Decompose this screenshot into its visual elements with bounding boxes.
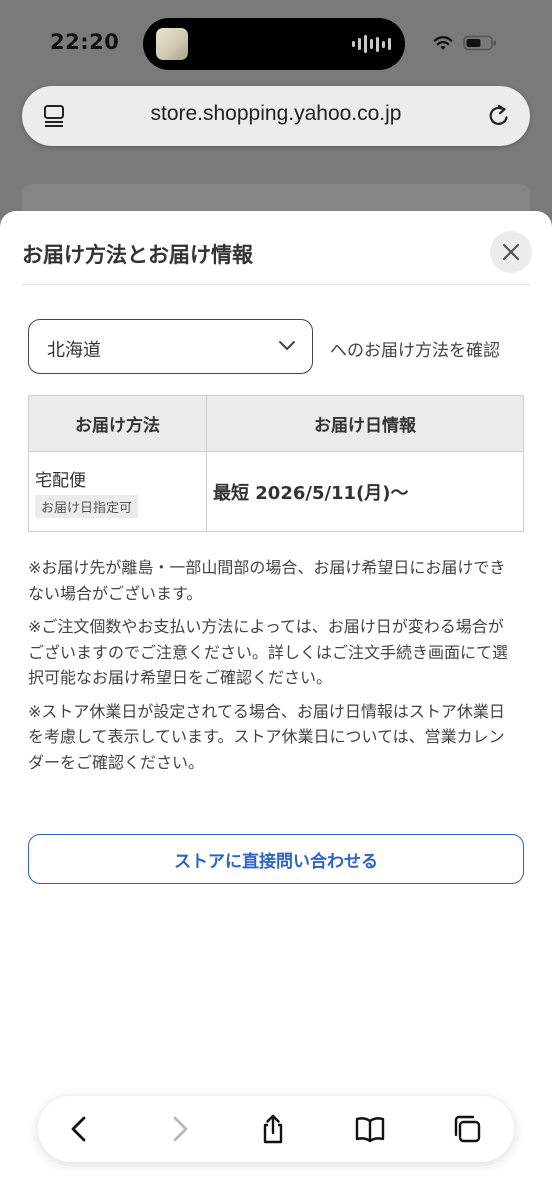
dynamic-island[interactable] [143,18,405,70]
table-row: 宅配便 お届け日指定可 最短 2026/5/11(月)〜 [28,451,524,532]
prefecture-select[interactable]: 北海道 [28,319,313,374]
browser-toolbar [38,1096,514,1162]
note-order-quantity: ※ご注文個数やお支払い方法によっては、お届け日が変わる場合がございますのでご注意… [28,617,509,687]
url-text[interactable]: store.shopping.yahoo.co.jp [82,102,470,126]
tabs-button[interactable] [448,1110,486,1148]
note-remote-islands: ※お届け先が離島・一部山間部の場合、お届け希望日にお届けできない場合がございます… [28,558,506,603]
delivery-table: お届け方法 お届け日情報 宅配便 お届け日指定可 最短 2026/5/11(月)… [28,395,524,532]
audio-waveform-icon [352,35,391,53]
battery-icon [463,35,496,51]
table-header-date: お届け日情報 [206,395,524,452]
notes: ※お届け先が離島・一部山間部の場合、お届け希望日にお届けできない場合がございます… [28,555,512,783]
delivery-info-sheet: お届け方法とお届け情報 北海道 へのお届け方法を確認 お届け方法 お届け日情報 … [0,211,552,1200]
chevron-down-icon [279,341,295,350]
tabs-icon [454,1115,481,1143]
bookmarks-icon [355,1117,385,1143]
sheet-header: お届け方法とお届け情報 [22,211,532,285]
wifi-icon [433,36,453,50]
now-playing-thumbnail [156,28,188,60]
page-menu-icon[interactable] [42,104,66,128]
date-cell: 最短 2026/5/11(月)〜 [206,451,524,532]
table-header-method: お届け方法 [28,395,207,452]
method-cell: 宅配便 お届け日指定可 [28,451,207,532]
status-time: 22:20 [50,30,120,54]
reload-icon[interactable] [486,103,512,129]
forward-icon [173,1116,188,1142]
prefecture-value: 北海道 [47,340,101,361]
earliest-delivery-date: 最短 2026/5/11(月)〜 [213,482,409,504]
back-button[interactable] [61,1110,99,1148]
date-specifiable-badge: お届け日指定可 [35,494,139,518]
contact-store-button[interactable]: ストアに直接問い合わせる [28,834,524,884]
forward-button[interactable] [160,1110,198,1148]
status-bar: 22:20 [0,0,552,88]
prefecture-row: 北海道 へのお届け方法を確認 [28,319,524,374]
share-button[interactable] [254,1110,292,1148]
close-button[interactable] [490,231,532,273]
sheet-title: お届け方法とお届け情報 [22,243,253,267]
method-name: 宅配便 [35,470,86,491]
share-icon [263,1114,283,1144]
note-store-holidays: ※ストア休業日が設定されてる場合、お届け日情報はストア休業日を考慮して表示してい… [28,701,505,772]
back-icon [71,1116,86,1142]
prefecture-suffix: へのお届け方法を確認 [330,341,500,361]
table-header-row: お届け方法 お届け日情報 [28,395,524,452]
bookmarks-button[interactable] [351,1110,389,1148]
address-bar[interactable]: store.shopping.yahoo.co.jp [22,86,530,146]
close-icon [502,243,520,261]
